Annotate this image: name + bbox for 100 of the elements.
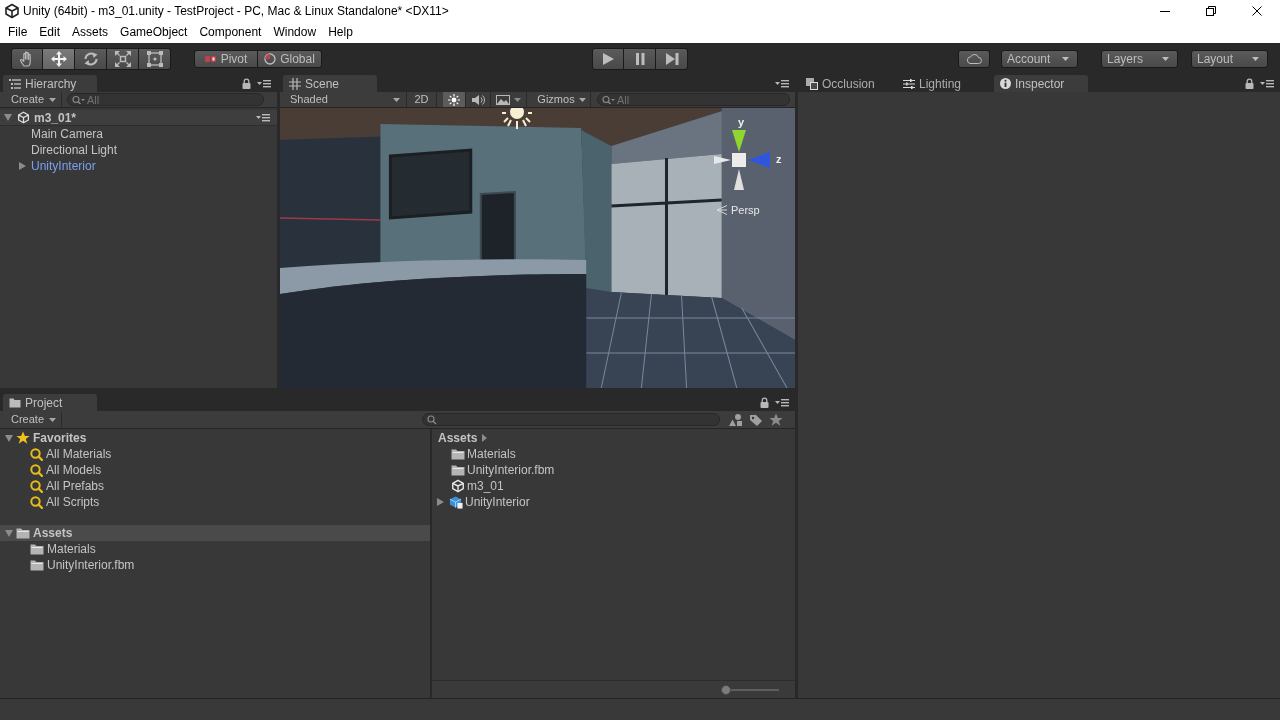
gizmos-dropdown[interactable]: Gizmos — [533, 92, 591, 107]
saved-search-item[interactable]: All Scripts — [0, 494, 430, 510]
occlusion-tab[interactable]: Occlusion — [800, 75, 894, 92]
menu-item[interactable]: Help — [322, 22, 359, 43]
disclosure-triangle-icon[interactable] — [5, 434, 13, 442]
inspector-tab[interactable]: Inspector — [994, 75, 1088, 92]
menu-item[interactable]: GameObject — [114, 22, 194, 43]
asset-item[interactable]: UnityInterior — [432, 494, 795, 510]
rect-tool-button[interactable] — [139, 47, 171, 70]
axis-label[interactable]: y — [738, 116, 745, 128]
search-field[interactable] — [422, 413, 720, 426]
scale-arrows-icon — [114, 50, 131, 67]
hand-tool-button[interactable] — [11, 47, 43, 70]
search-field[interactable]: All — [597, 93, 790, 106]
lock-icon[interactable] — [1245, 77, 1254, 89]
search-icon — [602, 95, 615, 104]
saved-search-item[interactable]: All Materials — [0, 446, 430, 462]
sun-icon — [502, 108, 532, 130]
move-arrows-icon — [50, 50, 67, 67]
hierarchy-item[interactable]: Directional Light — [0, 142, 277, 158]
menu-icon[interactable] — [256, 113, 270, 122]
sun-icon — [448, 93, 460, 106]
restore-icon — [1206, 6, 1216, 16]
icon-size-slider[interactable] — [721, 684, 779, 695]
lighting-tab[interactable]: Lighting — [897, 75, 991, 92]
layers-dropdown[interactable]: Layers — [1101, 49, 1178, 68]
folder-tree-item[interactable]: Assets — [0, 525, 430, 541]
rect-handles-icon — [146, 50, 163, 67]
folder-icon — [16, 527, 30, 539]
search-icon — [30, 463, 43, 477]
hierarchy-item[interactable]: Main Camera — [0, 126, 277, 142]
grid-icon — [289, 77, 301, 90]
orientation-gizmo-icon[interactable] — [712, 128, 772, 192]
lock-icon[interactable] — [242, 77, 251, 89]
menu-icon[interactable] — [775, 78, 789, 88]
rotate-tool-button[interactable] — [75, 47, 107, 70]
scene-root-item[interactable]: m3_01* — [0, 110, 277, 126]
caret-icon — [578, 97, 586, 102]
mode-2d-toggle[interactable]: 2D — [407, 92, 437, 107]
search-icon — [72, 95, 86, 104]
move-tool-button[interactable] — [43, 47, 75, 70]
play-button[interactable] — [592, 47, 624, 70]
axis-label[interactable]: z — [776, 153, 782, 165]
disclosure-triangle-icon[interactable] — [437, 498, 444, 506]
asset-item[interactable]: UnityInterior.fbm — [432, 462, 795, 478]
project-tab[interactable]: Project — [3, 394, 97, 411]
hierarchy-tab[interactable]: Hierarchy — [3, 75, 97, 92]
disclosure-triangle-icon[interactable] — [19, 162, 26, 170]
step-button[interactable] — [656, 47, 688, 70]
chevron-icon — [482, 433, 488, 442]
folder-tree-item[interactable]: Materials — [0, 541, 430, 557]
disclosure-triangle-icon[interactable] — [4, 114, 12, 121]
scale-tool-button[interactable] — [107, 47, 139, 70]
cube-logo-icon — [451, 479, 465, 493]
create-dropdown[interactable]: Create — [6, 92, 63, 107]
menu-item[interactable]: Assets — [66, 22, 115, 43]
projection-label[interactable]: Persp — [731, 204, 760, 216]
folder-tree-item[interactable]: UnityInterior.fbm — [0, 557, 430, 573]
disclosure-triangle-icon[interactable] — [5, 529, 13, 537]
search-icon — [30, 447, 43, 461]
landscape-icon — [496, 94, 510, 105]
caret-icon — [514, 97, 521, 102]
pivot-toggle-button[interactable]: Pivot — [194, 49, 258, 68]
menu-icon[interactable] — [775, 397, 789, 407]
menu-item[interactable]: Edit — [33, 22, 67, 43]
lock-icon[interactable] — [760, 396, 769, 408]
menu-item[interactable]: File — [2, 22, 34, 43]
create-dropdown[interactable]: Create — [6, 412, 63, 427]
window-title: Unity (64bit) - m3_01.unity - TestProject - PC, Mac & Linux Standalone* <DX11> — [23, 3, 449, 20]
info-icon — [1000, 78, 1011, 89]
pause-button[interactable] — [624, 47, 656, 70]
draw-mode-dropdown[interactable]: Shaded — [280, 92, 407, 107]
search-icon — [30, 479, 43, 493]
menu-item[interactable]: Window — [267, 22, 323, 43]
asset-item[interactable]: m3_01 — [432, 478, 795, 494]
folder-icon — [30, 559, 44, 571]
menu-icon[interactable] — [257, 78, 271, 88]
hierarchy-item[interactable]: UnityInterior — [0, 158, 277, 174]
scene-tab[interactable]: Scene — [283, 75, 377, 92]
cube-logo-icon — [4, 3, 20, 19]
menu-item[interactable]: Component — [193, 22, 268, 43]
slider-thumb[interactable] — [721, 684, 731, 695]
asset-item[interactable]: Materials — [432, 446, 795, 462]
saved-search-item[interactable]: All Models — [0, 462, 430, 478]
breadcrumb-item[interactable]: Assets — [438, 428, 478, 447]
saved-search-item[interactable]: All Prefabs — [0, 478, 430, 494]
close-icon — [1252, 6, 1262, 16]
caret-icon — [49, 97, 57, 102]
star-icon[interactable] — [769, 412, 783, 427]
scene-lighting-toggle[interactable] — [443, 92, 466, 107]
perspective-icon — [716, 205, 728, 215]
global-toggle-button[interactable]: Global — [258, 49, 322, 68]
menu-icon[interactable] — [1260, 78, 1274, 88]
cloud-button[interactable] — [958, 49, 990, 68]
search-field[interactable]: All — [67, 93, 265, 106]
account-dropdown[interactable]: Account — [1001, 49, 1078, 68]
favorites-header[interactable]: Favorites — [0, 430, 430, 446]
shapes-icon[interactable] — [729, 413, 743, 426]
layout-dropdown[interactable]: Layout — [1191, 49, 1268, 68]
tag-icon[interactable] — [749, 413, 763, 426]
